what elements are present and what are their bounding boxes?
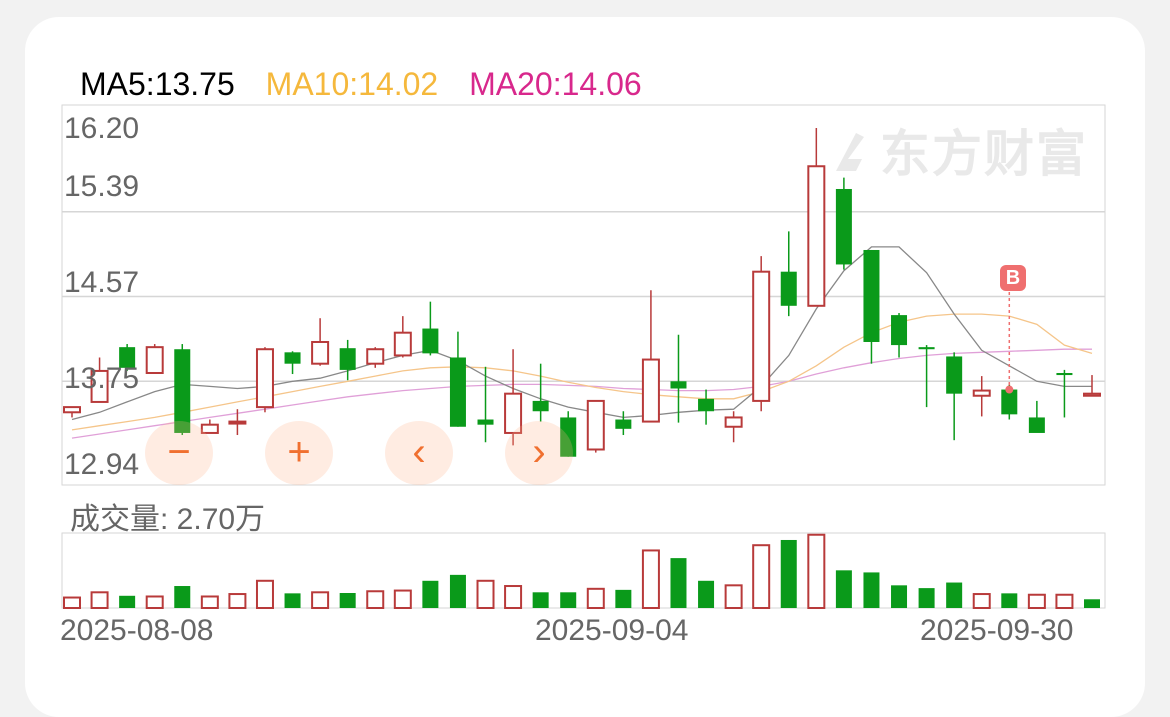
- x-tick-label: 2025-09-04: [535, 614, 689, 647]
- candle-body: [145, 346, 164, 374]
- volume-bar: [724, 584, 743, 609]
- candle-body: [615, 419, 632, 429]
- candle-body: [532, 400, 549, 412]
- candle-body: [422, 328, 439, 354]
- x-tick-label: 2025-09-30: [920, 614, 1074, 647]
- volume-bar: [63, 596, 81, 610]
- zoom-out-button[interactable]: −: [145, 421, 213, 485]
- ma5-line: [71, 246, 1092, 421]
- candle-body: [393, 331, 412, 357]
- volume-bar: [200, 595, 219, 609]
- volume-bar: [476, 579, 495, 610]
- volume-bar: [422, 580, 439, 608]
- candle-body: [586, 399, 605, 451]
- volume-bar: [863, 572, 880, 608]
- volume-bar: [504, 585, 523, 609]
- y-tick-label: 14.57: [64, 266, 140, 299]
- candlestick-chart[interactable]: [0, 0, 1170, 697]
- candle-body: [807, 165, 826, 307]
- x-tick-label: 2025-08-08: [60, 614, 214, 647]
- volume-bar: [586, 587, 605, 610]
- candle-body: [835, 188, 852, 265]
- buy-marker-dot: [1005, 385, 1014, 394]
- candle-body: [1028, 417, 1045, 433]
- volume-bar: [228, 593, 247, 609]
- candle-body: [1056, 372, 1073, 376]
- y-tick-label: 12.94: [64, 448, 140, 481]
- volume-bar: [972, 593, 991, 609]
- ma10-line: [71, 313, 1093, 431]
- candle-body: [339, 348, 356, 370]
- volume-bar: [449, 574, 466, 608]
- y-tick-label: 16.20: [64, 112, 140, 145]
- volume-bar: [670, 558, 687, 608]
- buy-marker[interactable]: B: [1000, 265, 1026, 291]
- candle-body: [752, 270, 771, 402]
- volume-bar: [119, 595, 136, 608]
- volume-bar: [145, 595, 164, 609]
- zoom-in-button[interactable]: +: [265, 421, 333, 485]
- candle-body: [863, 249, 880, 342]
- scroll-left-button[interactable]: ‹: [385, 421, 453, 485]
- candle-body: [449, 357, 466, 427]
- candle-body: [946, 356, 963, 394]
- ma20-line: [71, 348, 1092, 439]
- candle-body: [698, 398, 715, 412]
- candle-body: [724, 416, 743, 428]
- volume-bar: [393, 589, 412, 610]
- candle-body: [1083, 392, 1101, 397]
- candle-body: [284, 352, 301, 364]
- volume-bar: [311, 591, 330, 609]
- volume-bar: [90, 591, 109, 609]
- candle-body: [641, 358, 660, 423]
- volume-bar: [891, 585, 908, 608]
- volume-bar: [918, 588, 935, 608]
- candle-body: [780, 271, 797, 306]
- volume-bar: [1084, 599, 1100, 608]
- volume-bar: [366, 590, 385, 609]
- candle-body: [366, 348, 385, 365]
- volume-bar: [835, 570, 852, 608]
- candle-body: [891, 315, 908, 346]
- candle-body: [918, 347, 935, 350]
- volume-bar: [615, 589, 632, 608]
- volume-bar: [339, 593, 356, 608]
- volume-bar: [946, 582, 963, 608]
- y-tick-label: 15.39: [64, 170, 140, 203]
- candle-body: [255, 348, 274, 409]
- candle-body: [228, 420, 247, 425]
- candle-body: [477, 419, 494, 425]
- volume-bar: [780, 539, 797, 608]
- volume-bar: [560, 592, 577, 608]
- volume-bar: [174, 586, 191, 608]
- volume-bar: [807, 533, 826, 610]
- candle-body: [63, 406, 81, 414]
- volume-bar: [284, 593, 301, 608]
- scroll-right-button[interactable]: ›: [505, 421, 573, 485]
- volume-bar: [752, 544, 771, 609]
- volume-bar: [1001, 593, 1018, 608]
- volume-bar: [255, 579, 274, 610]
- volume-bar: [532, 592, 549, 608]
- volume-bar: [698, 580, 715, 608]
- volume-bar: [641, 549, 660, 609]
- volume-bar: [1027, 593, 1046, 610]
- candle-body: [311, 340, 330, 365]
- volume-label: 成交量: 2.70万: [70, 503, 266, 536]
- candle-body: [670, 381, 687, 389]
- volume-bar: [1055, 593, 1074, 610]
- y-tick-label: 13.75: [64, 362, 140, 395]
- candle-body: [972, 389, 991, 397]
